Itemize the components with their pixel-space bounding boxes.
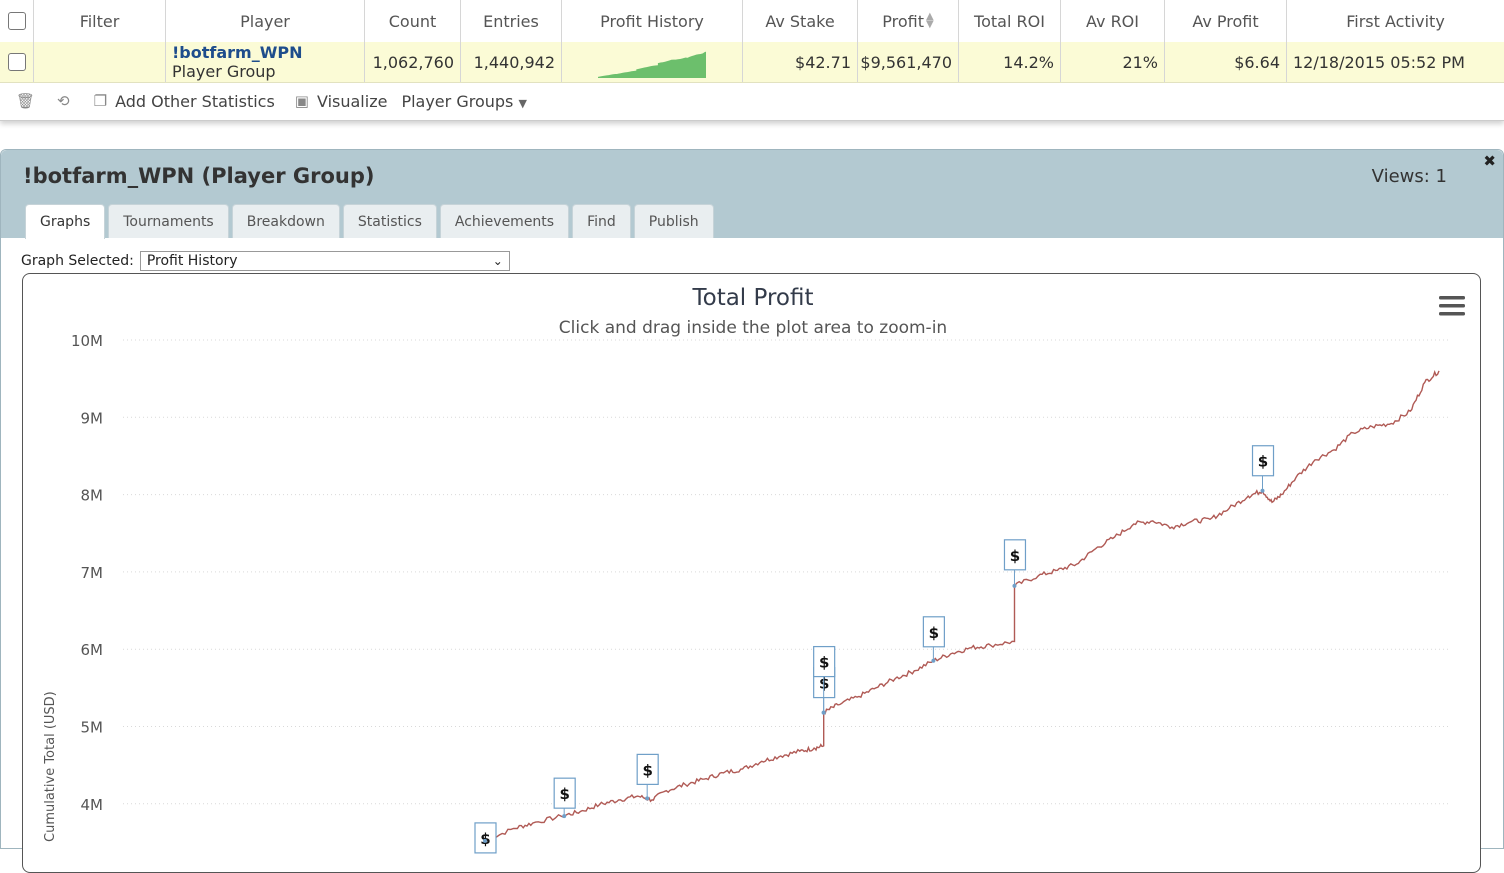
dollar-marker-flag[interactable]: $: [474, 822, 497, 854]
y-tick-label: 8M: [81, 487, 104, 505]
tab-achievements[interactable]: Achievements: [439, 204, 570, 238]
header-total-roi[interactable]: Total ROI: [959, 0, 1061, 42]
views-count: Views: 1: [1371, 166, 1447, 187]
header-filter[interactable]: Filter: [34, 0, 166, 42]
y-tick-label: 7M: [81, 564, 104, 582]
y-tick-label: 10M: [71, 332, 103, 350]
profit-sparkline[interactable]: [596, 45, 708, 79]
trash-icon[interactable]: 🗑: [16, 92, 35, 110]
marker-label: $: [929, 624, 939, 642]
event-markers: $$$$$$$$: [474, 445, 1275, 854]
graph-select-dropdown[interactable]: Profit History ⌄: [139, 251, 510, 271]
total-roi-cell: 14.2%: [959, 42, 1061, 82]
player-groups-menu[interactable]: Player Groups ▼: [401, 92, 526, 111]
y-tick-label: 6M: [81, 641, 104, 659]
marker-label: $: [642, 761, 652, 779]
tab-find[interactable]: Find: [572, 204, 631, 238]
visualize-button[interactable]: Visualize: [317, 92, 387, 111]
tab-tournaments[interactable]: Tournaments: [108, 204, 229, 238]
tab-publish[interactable]: Publish: [633, 204, 714, 238]
chart-container[interactable]: 4M 5M 6M 7M 8M 9M 10M Total Profit Click and d…: [22, 273, 1481, 873]
tab-graphs[interactable]: Graphs: [25, 204, 106, 239]
tab-statistics[interactable]: Statistics: [342, 204, 437, 238]
header-av-roi[interactable]: Av ROI: [1061, 0, 1165, 42]
header-count[interactable]: Count: [365, 0, 461, 42]
table-row[interactable]: !botfarm_WPN Player Group 1,062,760 1,44…: [0, 42, 1504, 83]
sparkline-area: [598, 51, 706, 78]
dollar-marker-flag[interactable]: $: [1003, 539, 1027, 588]
row-select-cell: [0, 42, 34, 82]
table-toolbar: 🗑 ⟲ ❐ Add Other Statistics ▣ Visualize P…: [0, 83, 1504, 119]
panel-title: !botfarm_WPN (Player Group): [23, 164, 375, 188]
window-icon: ❐: [93, 92, 108, 110]
header-profit-label: Profit: [882, 11, 925, 31]
chart-subtitle: Click and drag inside the plot area to z…: [559, 318, 947, 338]
av-roi-cell: 21%: [1061, 42, 1165, 82]
chart-title: Total Profit: [691, 285, 813, 311]
profit-chart[interactable]: 4M 5M 6M 7M 8M 9M 10M Total Profit Click and d…: [23, 274, 1480, 872]
count-cell: 1,062,760: [365, 42, 461, 82]
dollar-marker-flag[interactable]: $: [1251, 445, 1275, 493]
profit-cell: $9,561,470: [858, 42, 959, 82]
graph-select-row: Graph Selected: Profit History ⌄: [21, 251, 510, 271]
entries-cell: 1,440,942: [461, 42, 562, 82]
profit-history-cell: [562, 42, 743, 82]
panel-tabs: Graphs Tournaments Breakdown Statistics …: [25, 204, 717, 239]
caret-down-icon: ▼: [518, 96, 527, 110]
sort-icon[interactable]: ▲ ▼: [926, 12, 934, 30]
header-first-activity[interactable]: First Activity: [1287, 0, 1504, 42]
grid-lines: [123, 339, 1451, 805]
row-checkbox[interactable]: [7, 53, 26, 71]
refresh-icon[interactable]: ⟲: [57, 92, 70, 110]
filter-cell: [34, 42, 166, 82]
select-all-cell: [0, 0, 34, 42]
player-type: Player Group: [172, 61, 276, 81]
image-icon: ▣: [294, 92, 309, 110]
add-other-statistics-button[interactable]: Add Other Statistics: [115, 92, 275, 111]
marker-label: $: [480, 830, 490, 848]
av-profit-cell: $6.64: [1165, 42, 1287, 82]
header-av-profit[interactable]: Av Profit: [1165, 0, 1287, 42]
header-entries[interactable]: Entries: [461, 0, 562, 42]
av-stake-cell: $42.71: [743, 42, 858, 82]
header-profit[interactable]: Profit ▲ ▼: [858, 0, 959, 42]
marker-label: $: [819, 654, 829, 672]
dollar-marker-flag[interactable]: $: [922, 616, 945, 663]
player-cell: !botfarm_WPN Player Group: [166, 42, 365, 82]
y-tick-label: 9M: [81, 409, 104, 427]
profit-series-line[interactable]: [484, 370, 1440, 842]
first-activity-cell: 12/18/2015 05:52 PM: [1293, 52, 1465, 72]
marker-label: $: [559, 785, 569, 803]
player-name-link[interactable]: !botfarm_WPN: [172, 43, 302, 62]
y-axis-ticks: 4M 5M 6M 7M 8M 9M 10M: [71, 332, 103, 814]
player-groups-label: Player Groups: [401, 91, 514, 111]
table-header-row: Filter Player Count Entries Profit Histo…: [0, 0, 1504, 43]
marker-label: $: [1010, 547, 1020, 565]
y-axis-label: Cumulative Total (USD): [43, 691, 58, 842]
menu-icon[interactable]: [1439, 296, 1465, 316]
player-group-panel: !botfarm_WPN (Player Group) Views: 1 ✖ G…: [0, 149, 1504, 873]
header-profit-history[interactable]: Profit History: [562, 0, 743, 42]
dollar-marker-flag[interactable]: $: [553, 777, 576, 819]
panel-header: !botfarm_WPN (Player Group) Views: 1 ✖ G…: [1, 150, 1503, 239]
stats-table: Filter Player Count Entries Profit Histo…: [0, 0, 1504, 121]
chevron-down-icon: ⌄: [492, 254, 503, 268]
marker-label: $: [1258, 453, 1268, 471]
tab-breakdown[interactable]: Breakdown: [231, 204, 340, 238]
header-player[interactable]: Player: [166, 0, 365, 42]
close-icon[interactable]: ✖: [1483, 152, 1496, 170]
select-all-checkbox[interactable]: [7, 12, 26, 30]
y-tick-label: 5M: [81, 719, 104, 737]
y-tick-label: 4M: [81, 796, 104, 814]
graph-select-value: Profit History: [146, 253, 238, 269]
graph-selected-label: Graph Selected:: [21, 253, 134, 269]
header-av-stake[interactable]: Av Stake: [743, 0, 858, 42]
dollar-marker-flag[interactable]: $: [636, 753, 659, 801]
